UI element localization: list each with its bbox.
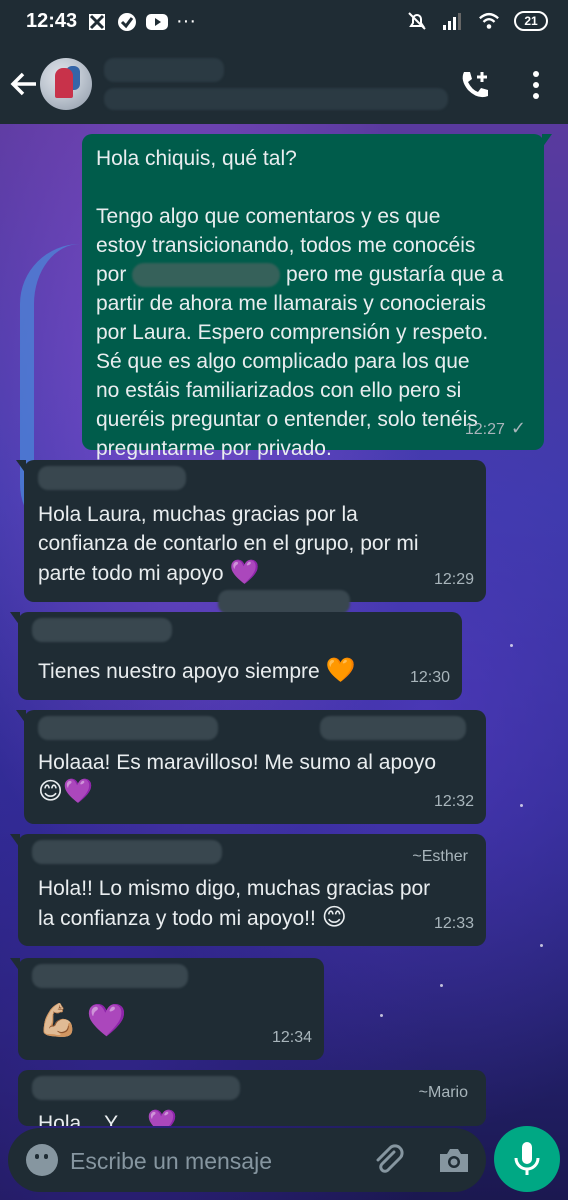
- message-text: Holaaa! Es maravilloso! Me sumo al apoyo…: [38, 748, 436, 807]
- bubble-tail: [18, 1070, 20, 1084]
- verified-check-icon: [116, 11, 138, 33]
- wifi-icon: [478, 10, 500, 32]
- message-line: Holaaa! Es maravilloso! Me sumo al apoyo: [38, 751, 437, 774]
- signal-icon: [442, 10, 464, 32]
- message-input[interactable]: [68, 1140, 362, 1182]
- message-line: Hola chiquis, qué tal?: [96, 147, 297, 170]
- message-line: pero me gustaría que a: [286, 263, 504, 286]
- smile-emoji: 😊: [321, 904, 347, 931]
- redacted-sender: [320, 716, 466, 740]
- redacted-participants[interactable]: [104, 88, 448, 110]
- message-bubble-incoming[interactable]: Tienes nuestro apoyo siempre 🧡 12:30: [10, 612, 462, 700]
- redacted-sender: [32, 1076, 240, 1100]
- smile-purple-heart-emoji: 😊💜: [38, 778, 93, 805]
- message-line: Hola!! Lo mismo digo, muchas gracias por…: [38, 877, 431, 930]
- message-time: 12:29: [433, 571, 474, 588]
- status-time: 12:43: [26, 10, 78, 32]
- wallpaper-star: [540, 944, 543, 947]
- wallpaper-star: [440, 984, 443, 987]
- message-text: Hola!! Lo mismo digo, muchas gracias por…: [38, 874, 430, 933]
- redacted-sender: [32, 618, 172, 642]
- bubble-tail: [10, 612, 20, 626]
- status-system-icons: 21: [406, 10, 548, 32]
- bell-muted-icon: [406, 10, 428, 32]
- message-meta: 12:27 ✓: [465, 414, 526, 444]
- back-arrow-icon[interactable]: [8, 66, 42, 102]
- message-bubble-incoming[interactable]: Holaaa! Es maravilloso! Me sumo al apoyo…: [16, 710, 486, 824]
- emoji-icon[interactable]: [26, 1144, 58, 1176]
- message-text: Hola... Y ... 💜: [38, 1108, 177, 1126]
- message-text: Hola Laura, muchas gracias por la confia…: [38, 500, 419, 588]
- redacted-sender: [38, 466, 186, 490]
- message-line: Hola... Y ...: [38, 1112, 142, 1126]
- orange-heart-emoji: 🧡: [325, 657, 356, 684]
- bubble-tail: [542, 134, 552, 148]
- add-call-icon[interactable]: [458, 68, 492, 102]
- message-bubble-incoming[interactable]: 💪🏼 💜 12:34: [10, 958, 324, 1060]
- message-time: 12:33: [433, 915, 474, 932]
- battery-indicator: 21: [514, 11, 548, 31]
- more-options-icon[interactable]: [524, 68, 548, 102]
- avatar[interactable]: [40, 58, 92, 110]
- message-bubble-incoming[interactable]: ~Mario Hola... Y ... 💜: [18, 1070, 486, 1126]
- purple-heart-emoji: 💜: [229, 559, 260, 586]
- wallpaper-star: [510, 644, 513, 647]
- message-author: ~Esther: [412, 848, 468, 865]
- purple-heart-emoji: 💜: [146, 1109, 177, 1126]
- app-notification-icon: [86, 11, 108, 33]
- avatar-figure: [55, 68, 73, 98]
- message-author: ~Mario: [418, 1084, 468, 1101]
- sent-check-icon: ✓: [510, 418, 526, 438]
- microphone-icon: [514, 1142, 540, 1175]
- microphone-button[interactable]: [494, 1126, 560, 1192]
- camera-icon[interactable]: [436, 1142, 472, 1178]
- redacted-sender: [32, 964, 188, 988]
- redacted-sender: [38, 716, 218, 740]
- message-bubble-incoming[interactable]: Hola Laura, muchas gracias por la confia…: [16, 460, 486, 602]
- message-text: Tienes nuestro apoyo siempre 🧡: [38, 656, 355, 686]
- status-notification-icons: ···: [86, 10, 196, 33]
- redacted-sender: [32, 840, 222, 864]
- status-bar: 12:43 ··· 21: [0, 0, 568, 44]
- muscle-heart-emoji: 💪🏼 💜: [38, 1002, 127, 1038]
- redacted-name: [132, 263, 281, 288]
- wallpaper-star: [520, 804, 523, 807]
- message-line: partir de ahora me llamarais y conociera…: [96, 292, 489, 460]
- bubble-tail: [10, 958, 20, 972]
- bubble-tail: [10, 834, 20, 848]
- redacted-chat-name[interactable]: [104, 58, 224, 82]
- youtube-icon: [146, 11, 168, 33]
- bubble-tail: [16, 460, 26, 474]
- bubble-tail: [16, 710, 26, 724]
- message-time: 12:34: [271, 1029, 312, 1046]
- message-composer: [8, 1128, 486, 1192]
- message-text: 💪🏼 💜: [38, 1004, 127, 1036]
- wallpaper-star: [380, 1014, 383, 1017]
- message-time: 12:30: [409, 669, 450, 686]
- message-bubble-incoming[interactable]: ~Esther Hola!! Lo mismo digo, muchas gra…: [10, 834, 486, 946]
- message-time: 12:32: [433, 793, 474, 810]
- more-notifications-dots: ···: [176, 10, 196, 32]
- message-line: Tienes nuestro apoyo siempre: [38, 660, 320, 683]
- chat-header: [0, 44, 568, 124]
- attach-paperclip-icon[interactable]: [370, 1142, 406, 1178]
- message-bubble-outgoing[interactable]: Hola chiquis, qué tal? Tengo algo que co…: [82, 134, 552, 460]
- message-time: 12:27: [464, 421, 505, 438]
- redacted-sender: [218, 590, 350, 614]
